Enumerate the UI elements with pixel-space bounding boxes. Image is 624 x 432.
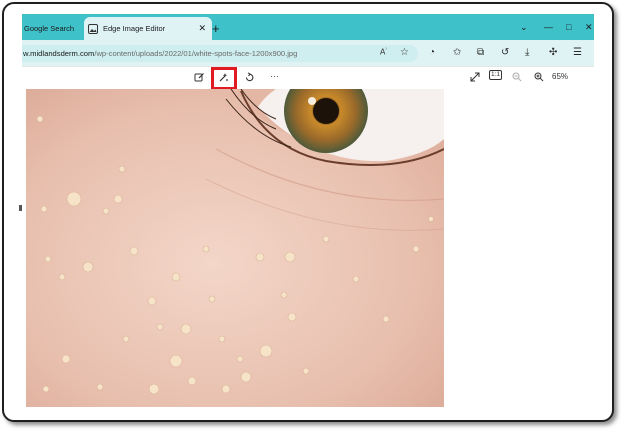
rotate-icon[interactable] [244,72,255,83]
image-icon [88,23,98,34]
zoom-out-icon[interactable] [512,72,522,82]
favorite-star-icon[interactable]: ☆ [400,47,409,58]
tab-label: Edge Image Editor [103,24,166,33]
browser-essentials-icon[interactable]: ◔ [429,47,435,58]
edit-image-icon[interactable] [194,72,205,83]
tab-google-search[interactable]: Google Search [22,17,78,40]
highlight-box [211,67,237,90]
address-bar-row: w.midlandsderm.com/wp-content/uploads/20… [22,40,594,66]
chevron-down-icon[interactable]: ⌄ [520,22,528,33]
tab-bar: Google Search Edge Image Editor ✕ + ⌄ — … [22,14,594,40]
settings-more-icon[interactable]: ☰ [573,47,582,58]
tab-label: Google Search [24,24,75,33]
more-options-icon[interactable]: … [270,69,279,79]
favorites-icon[interactable]: ✩ [453,47,461,58]
read-aloud-icon[interactable]: A⁾ [380,47,387,57]
maximize-button[interactable]: □ [566,22,571,32]
expand-icon[interactable] [470,72,480,82]
window-edge-marker [19,205,22,211]
skin-closeup-photo [26,89,444,407]
url-path: /wp-content/uploads/2022/01/white-spots-… [94,49,298,58]
browser-window: Google Search Edge Image Editor ✕ + ⌄ — … [22,14,594,408]
zoom-in-icon[interactable] [534,72,544,82]
url-domain: w.midlandsderm.com [23,49,95,58]
extensions-icon[interactable]: ✣ [549,47,557,58]
collections-icon[interactable]: ⧉ [477,47,484,58]
new-tab-button[interactable]: + [212,21,220,36]
close-tab-icon[interactable]: ✕ [198,23,206,34]
address-input[interactable]: w.midlandsderm.com/wp-content/uploads/20… [22,45,418,62]
zoom-level: 65% [552,72,569,81]
history-icon[interactable]: ↺ [501,47,509,58]
image-viewer: … 1:1 65% [22,66,594,408]
close-window-button[interactable]: ✕ [585,22,593,33]
actual-size-button[interactable]: 1:1 [489,70,503,80]
minimize-button[interactable]: — [544,22,553,32]
downloads-icon[interactable]: ⤓ [525,47,529,58]
tab-edge-image-editor[interactable]: Edge Image Editor ✕ [84,17,212,40]
